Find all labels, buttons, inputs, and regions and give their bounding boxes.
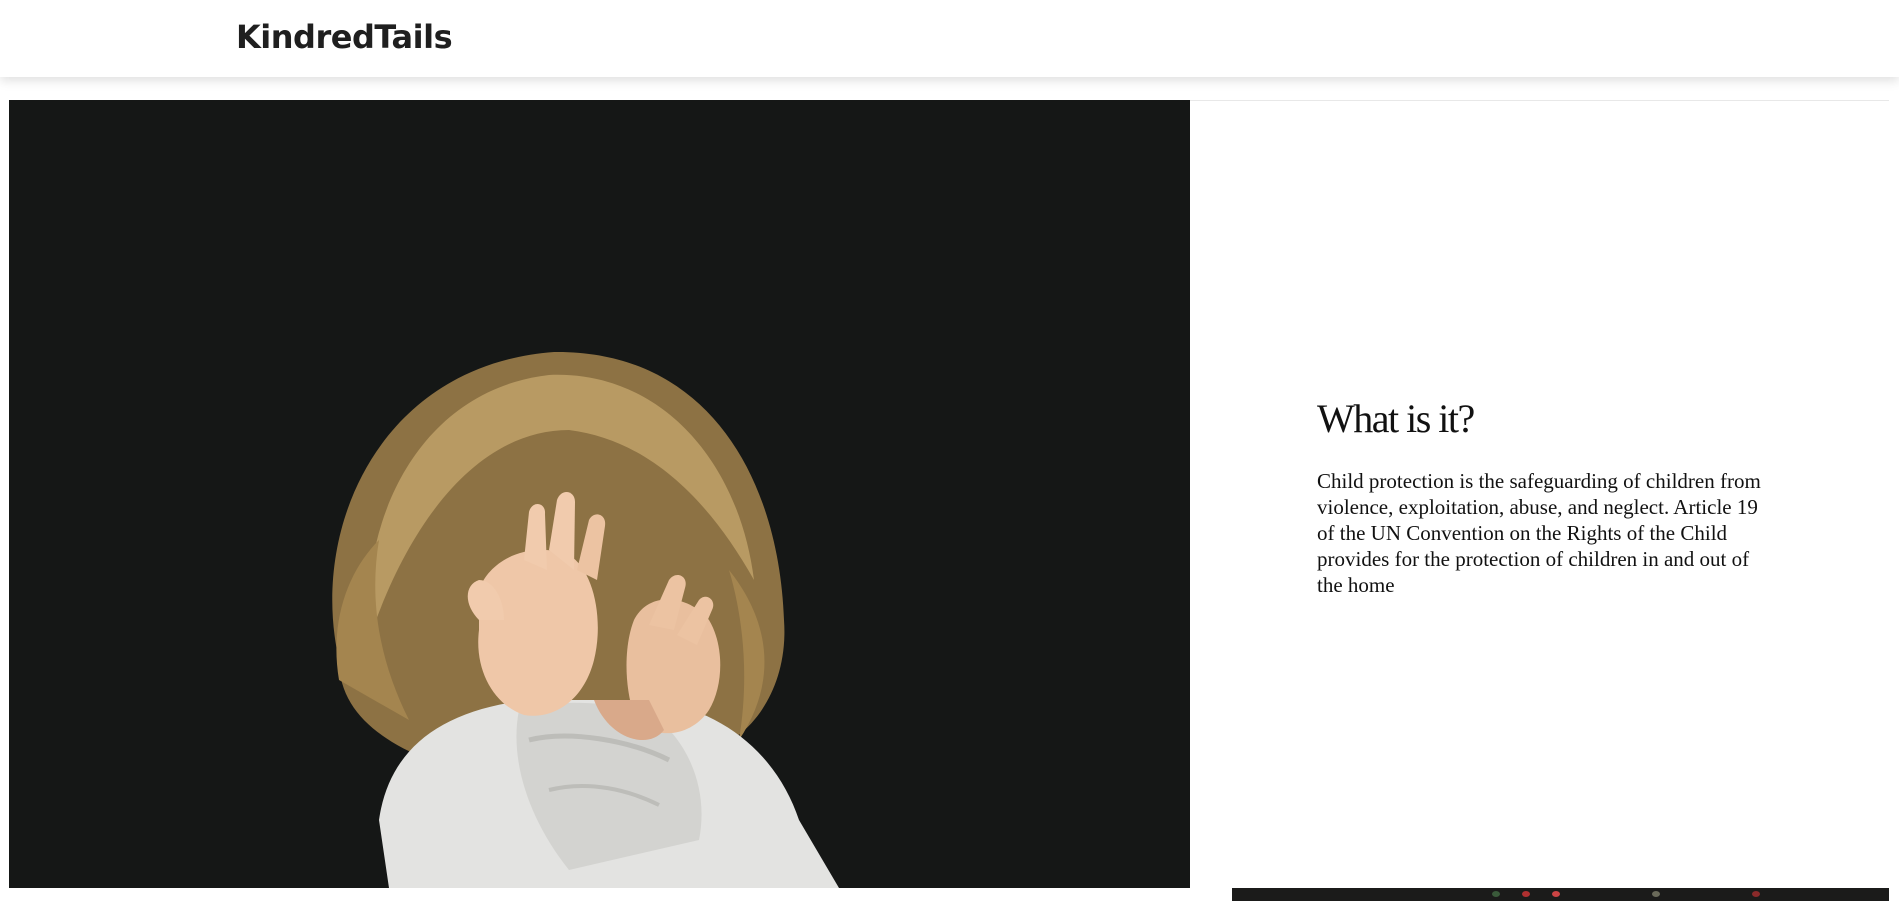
- light-dot-2: [1522, 891, 1530, 897]
- brand-logo-link[interactable]: KindredTails: [236, 18, 453, 56]
- top-navbar: KindredTails: [0, 0, 1899, 77]
- section-body-text: Child protection is the safeguarding of …: [1317, 469, 1761, 597]
- what-is-it-section: What is it? Child protection is the safe…: [1317, 395, 1777, 598]
- light-dot-1: [1492, 891, 1500, 897]
- child-photo-illustration: [9, 100, 1190, 888]
- light-dot-4: [1652, 891, 1660, 897]
- light-dot-3: [1552, 891, 1560, 897]
- secondary-image: [1232, 888, 1889, 901]
- light-dot-5: [1752, 891, 1760, 897]
- hero-image: [9, 100, 1190, 888]
- section-heading: What is it?: [1317, 396, 1475, 441]
